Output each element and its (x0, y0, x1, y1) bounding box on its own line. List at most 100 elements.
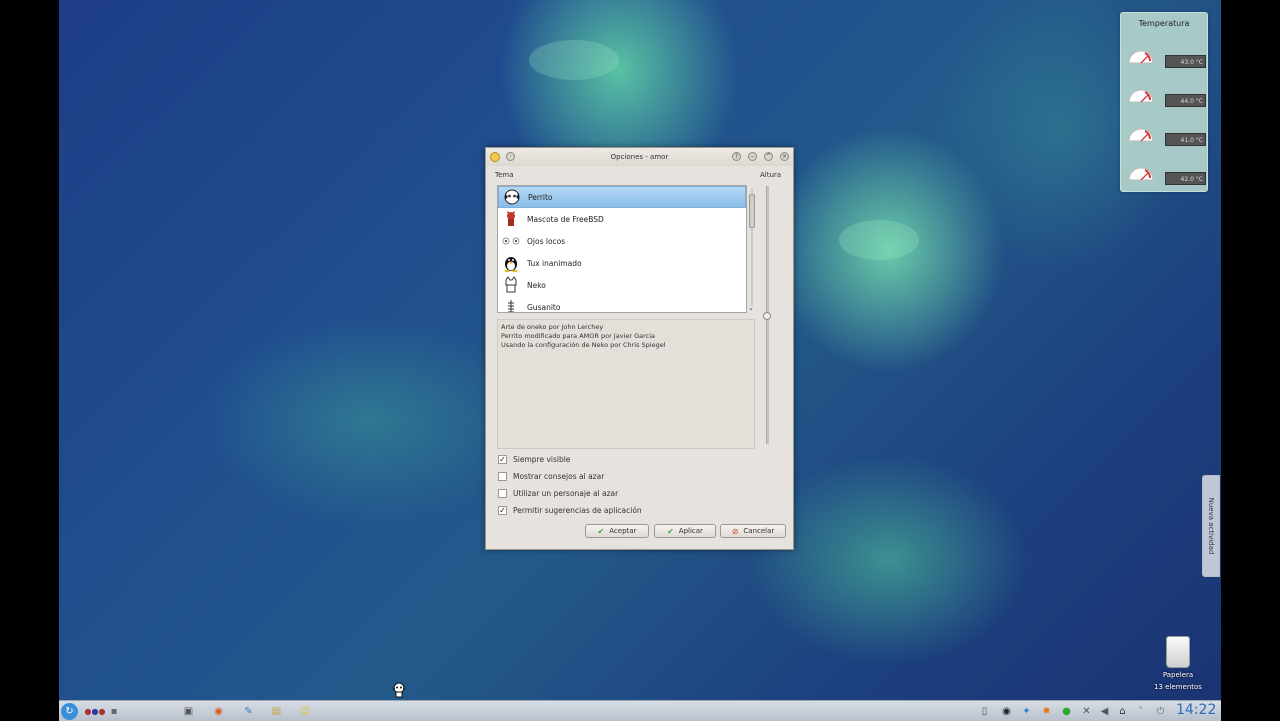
kde-menu-icon[interactable]: ↻ (61, 703, 78, 720)
gauge-icon (1128, 50, 1154, 64)
list-item[interactable]: Gusanito (498, 296, 746, 312)
pager-icon[interactable]: ▪ (109, 704, 119, 719)
description-line: Arte de oneko por John Lerchey (501, 323, 604, 331)
close-button[interactable]: × (780, 152, 789, 161)
cancel-icon: ⊘ (731, 526, 739, 536)
checkbox-box[interactable]: ✓ (498, 455, 507, 464)
tux-icon (501, 253, 521, 273)
system-settings-icon[interactable]: ▣ (181, 704, 196, 719)
taskbar: ↻ ● ● ● ▪ ▣ ◉ ✎ ▤ ☺ ▯ ◉ ✦ ✸ ● ✕ ◀ ⌂ ˄ ⏻ 14… (59, 700, 1221, 721)
temperature-widget[interactable]: Temperatura 43.0 °C 44.0 °C 41.0 °C 42.0… (1120, 12, 1208, 192)
list-item[interactable]: Mascota de FreeBSD (498, 208, 746, 230)
options-dialog: · Opciones - amor ? – ^ × Tema Altura Pe… (485, 147, 794, 550)
ok-button-label: Aceptar (609, 527, 637, 535)
list-item[interactable]: Ojos locos (498, 230, 746, 252)
list-item-label: Ojos locos (527, 236, 566, 246)
worm-icon (501, 297, 521, 312)
trash-count: 13 elementos (1154, 683, 1202, 691)
temperature-sensor: 43.0 °C (1125, 41, 1206, 71)
wallpaper-highlight (529, 40, 619, 80)
theme-list-scrollbar[interactable] (748, 188, 756, 312)
description-line: Usando la configuración de Neko por Chri… (501, 341, 666, 349)
status-icon[interactable]: ● (1059, 704, 1074, 719)
temperature-sensor: 42.0 °C (1125, 158, 1206, 188)
list-item-label: Perrito (528, 192, 553, 202)
theme-label: Tema (495, 171, 514, 179)
checkbox-label: Mostrar consejos al azar (513, 472, 605, 481)
temperature-widget-title: Temperatura (1138, 19, 1190, 28)
list-item-label: Gusanito (527, 302, 561, 312)
trash-icon[interactable] (1166, 636, 1190, 668)
checkbox-box[interactable]: ✓ (498, 506, 507, 515)
dog-sprite-icon[interactable] (391, 682, 407, 698)
check-icon: ✔ (667, 526, 674, 536)
new-activity-tab[interactable]: Nueva actividad (1202, 475, 1220, 577)
daemon-icon (501, 209, 521, 229)
gauge-icon (1128, 89, 1154, 103)
temperature-value: 42.0 °C (1165, 172, 1206, 185)
list-item-label: Mascota de FreeBSD (527, 214, 604, 224)
trash[interactable]: Papelera 13 elementos (1150, 636, 1206, 692)
lock-icon[interactable]: ⌂ (1115, 704, 1130, 719)
firefox-icon[interactable]: ◉ (211, 704, 226, 719)
always-visible-checkbox[interactable]: ✓ Siempre visible (498, 455, 570, 464)
dialog-titlebar[interactable]: · Opciones - amor ? – ^ × (486, 148, 793, 166)
text-editor-icon[interactable]: ✎ (241, 704, 256, 719)
apply-button-label: Aplicar (678, 527, 703, 535)
theme-list[interactable]: Perrito Mascota de FreeBSD Ojos locos Tu… (497, 185, 747, 313)
ok-button[interactable]: ✔ Aceptar (585, 524, 649, 538)
list-item[interactable]: Perrito (498, 186, 746, 208)
bluetooth-icon[interactable]: ✕ (1079, 704, 1094, 719)
chevron-down-icon[interactable]: ⌄ (748, 304, 754, 312)
checkbox-label: Siempre visible (513, 455, 571, 464)
expand-tray-icon[interactable]: ˄ (1133, 704, 1148, 719)
clock[interactable]: 14:22 (1176, 702, 1216, 718)
record-icon[interactable]: ◉ (999, 704, 1014, 719)
description-line: Perrito modificado para AMOR por Javier … (501, 332, 656, 340)
eyes-icon (501, 231, 521, 251)
temperature-sensor: 44.0 °C (1125, 80, 1206, 110)
scrollbar-thumb[interactable] (749, 194, 755, 228)
amor-icon[interactable]: ☺ (298, 704, 313, 719)
minimize-button[interactable]: – (748, 152, 757, 161)
cat-icon (501, 275, 521, 295)
temperature-sensor: 41.0 °C (1125, 119, 1206, 149)
maximize-button[interactable]: ^ (764, 152, 773, 161)
random-character-checkbox[interactable]: Utilizar un personaje al azar (498, 489, 618, 498)
height-label: Altura (760, 171, 782, 179)
file-manager-icon[interactable]: ▤ (269, 704, 284, 719)
theme-description: Arte de oneko por John Lerchey Perrito m… (497, 319, 755, 449)
clipboard-icon[interactable]: ▯ (977, 704, 992, 719)
activity-dots-icon[interactable]: ● ● ● (83, 704, 107, 719)
cancel-button-label: Cancelar (743, 527, 775, 535)
checkbox-box[interactable] (498, 489, 507, 498)
height-slider-handle[interactable] (763, 312, 771, 320)
power-icon[interactable]: ⏻ (1153, 704, 1168, 719)
cancel-button[interactable]: ⊘ Cancelar (720, 524, 786, 538)
checkbox-label: Permitir sugerencias de aplicación (513, 506, 642, 515)
list-item[interactable]: Neko (498, 274, 746, 296)
dialog-title: Opciones - amor (610, 153, 669, 161)
list-item-label: Tux inanimado (527, 258, 582, 268)
pin-icon[interactable]: · (506, 152, 515, 161)
wallpaper-highlight (839, 220, 919, 260)
volume-icon[interactable]: ◀ (1097, 704, 1112, 719)
checkbox-label: Utilizar un personaje al azar (513, 489, 619, 498)
check-icon: ✔ (597, 526, 605, 536)
help-button[interactable]: ? (732, 152, 741, 161)
gauge-icon (1128, 167, 1154, 181)
app-hints-checkbox[interactable]: ✓ Permitir sugerencias de aplicación (498, 506, 642, 515)
trash-label: Papelera (1162, 671, 1194, 679)
temperature-value: 41.0 °C (1165, 133, 1206, 146)
new-activity-label: Nueva actividad (1207, 497, 1215, 555)
dog-icon (502, 187, 522, 207)
temperature-value: 44.0 °C (1165, 94, 1206, 107)
updates-icon[interactable]: ✸ (1039, 704, 1054, 719)
gauge-icon (1128, 128, 1154, 142)
checkbox-box[interactable] (498, 472, 507, 481)
network-icon[interactable]: ✦ (1019, 704, 1034, 719)
apply-button[interactable]: ✔ Aplicar (654, 524, 716, 538)
list-item[interactable]: Tux inanimado (498, 252, 746, 274)
random-tips-checkbox[interactable]: Mostrar consejos al azar (498, 472, 604, 481)
app-icon[interactable] (490, 152, 500, 162)
